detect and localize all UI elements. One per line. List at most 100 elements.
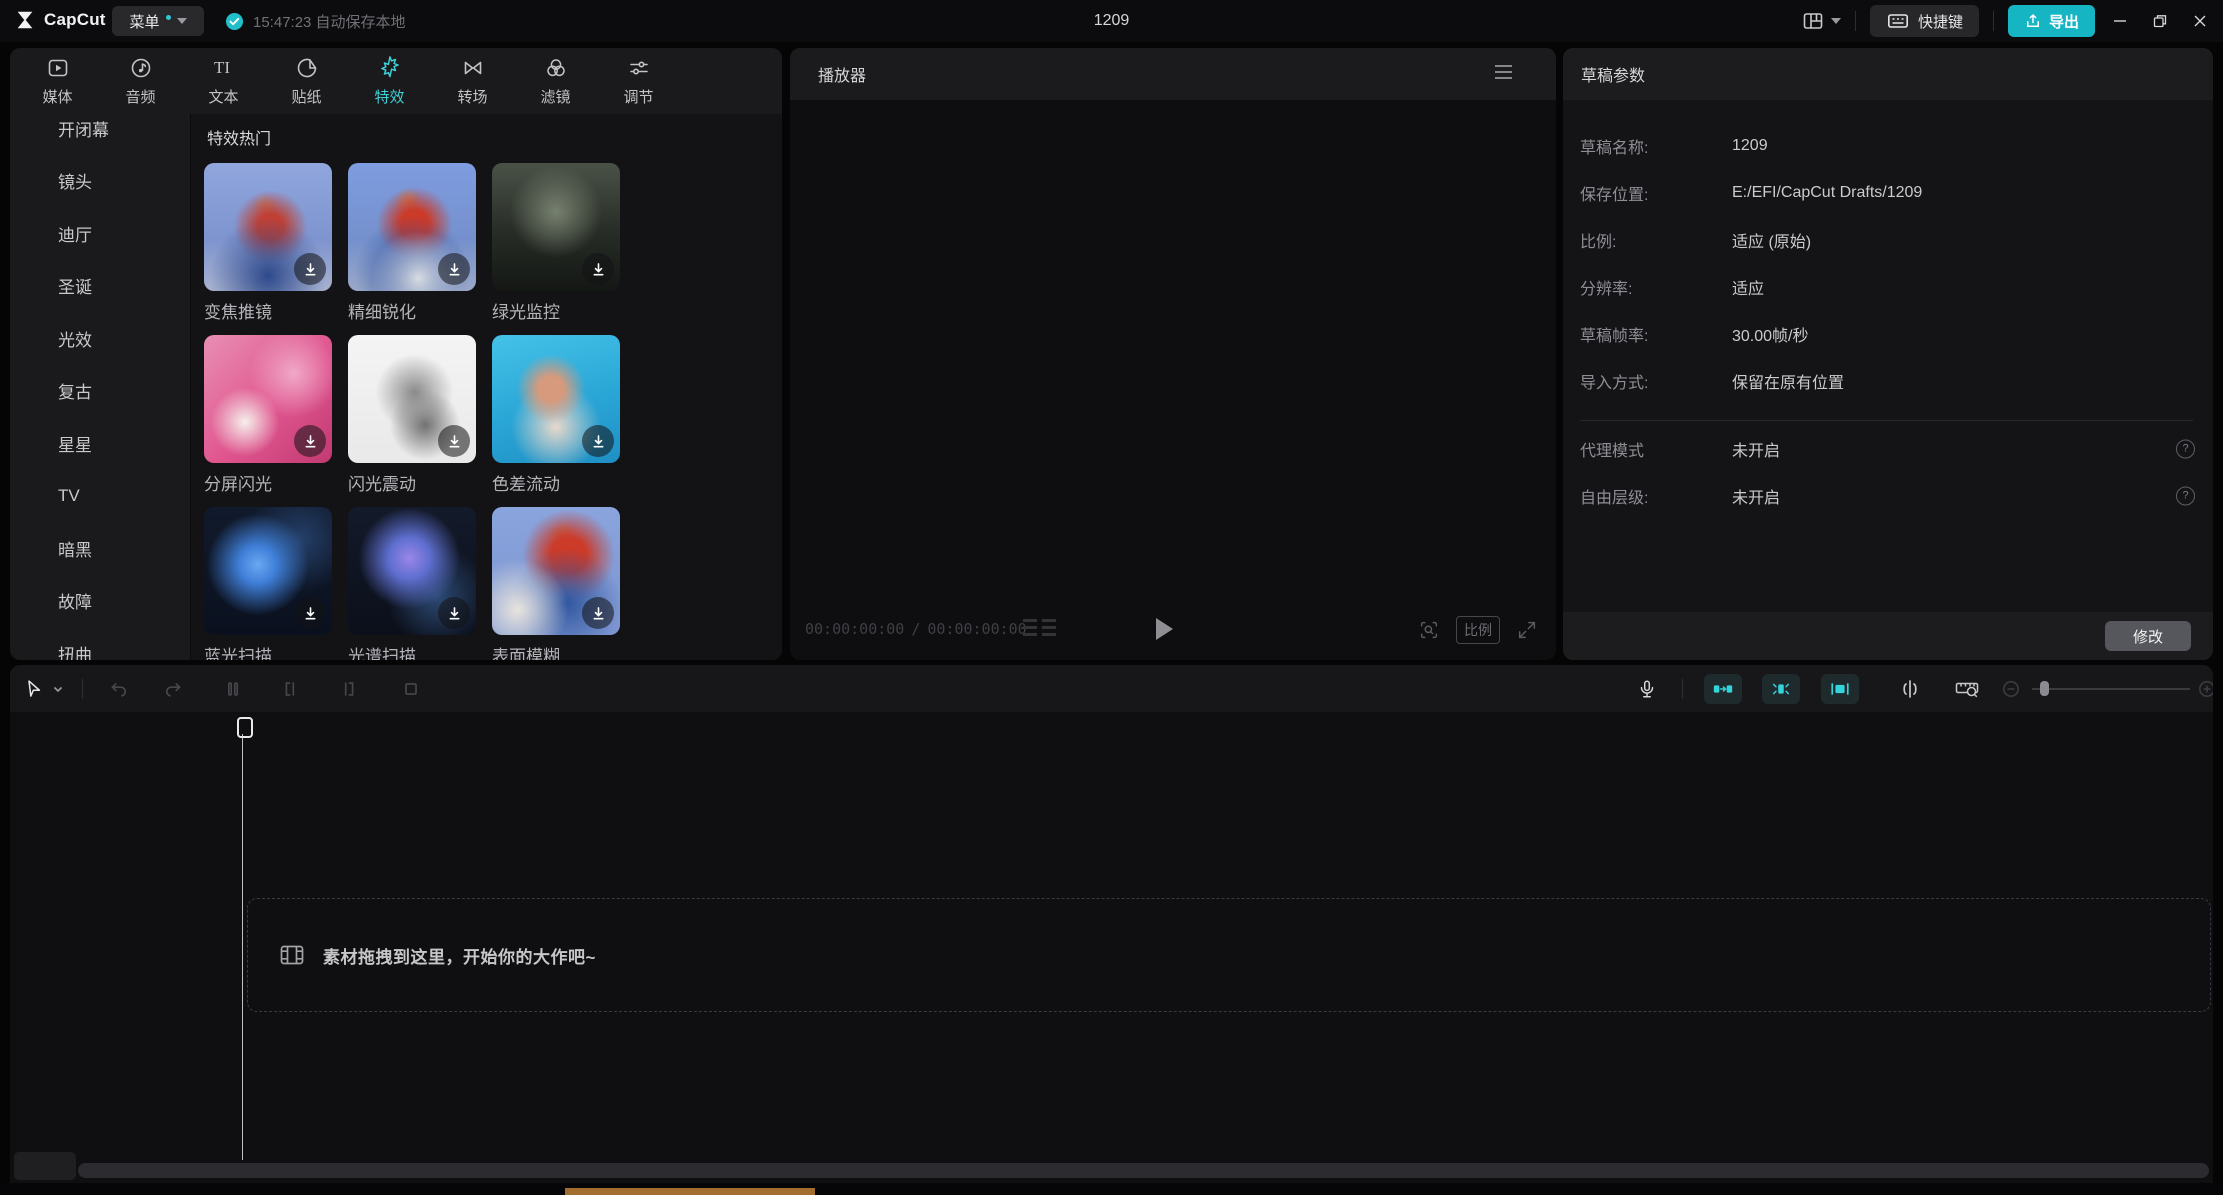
select-tool-button[interactable] <box>24 679 44 699</box>
timeline-fit-button[interactable] <box>1954 677 1980 701</box>
category-light[interactable]: 光效 <box>10 312 190 365</box>
close-button[interactable] <box>2185 6 2215 36</box>
category-glitch[interactable]: 故障 <box>10 575 190 628</box>
zoom-slider-handle[interactable] <box>2040 681 2049 696</box>
field-framerate: 草稿帧率: 30.00帧/秒 <box>1563 310 2213 357</box>
timeline-zoom-slider[interactable] <box>2032 688 2190 690</box>
effect-card[interactable]: 蓝光扫描 <box>204 507 332 660</box>
tab-transition[interactable]: 转场 <box>431 48 514 114</box>
field-import-mode: 导入方式: 保留在原有位置 <box>1563 357 2213 404</box>
download-icon[interactable] <box>294 597 326 629</box>
preview-axis-button[interactable] <box>1898 677 1922 701</box>
minimize-button[interactable] <box>2105 6 2135 36</box>
category-tv[interactable]: TV <box>10 470 190 523</box>
zoom-out-icon[interactable] <box>2002 680 2020 698</box>
record-audio-button[interactable] <box>1636 678 1658 700</box>
effect-card[interactable]: 闪光震动 <box>348 335 476 507</box>
auto-snap-toggle[interactable] <box>1762 674 1800 704</box>
audio-icon <box>129 55 153 81</box>
main-track-magnet-toggle[interactable] <box>1704 674 1742 704</box>
field-value: E:/EFI/CapCut Drafts/1209 <box>1732 184 1922 202</box>
effect-thumbnail[interactable] <box>492 335 620 463</box>
effect-card[interactable]: 绿光监控 <box>492 163 620 335</box>
download-icon[interactable] <box>294 425 326 457</box>
split-button[interactable] <box>222 678 244 700</box>
capcut-window: CapCut 菜单 15:47:23 自动保存本地 1209 <box>0 0 2223 1195</box>
category-christmas[interactable]: 圣诞 <box>10 260 190 313</box>
effect-card[interactable]: 精细锐化 <box>348 163 476 335</box>
player-menu-icon[interactable] <box>1495 65 1512 79</box>
redo-button[interactable] <box>162 678 184 700</box>
download-icon[interactable] <box>438 597 470 629</box>
shortcuts-button[interactable]: 快捷键 <box>1870 5 1979 37</box>
effect-thumbnail[interactable] <box>348 163 476 291</box>
category-dark[interactable]: 暗黑 <box>10 522 190 575</box>
divider <box>1855 11 1856 31</box>
tab-sticker[interactable]: 贴纸 <box>265 48 348 114</box>
category-camera[interactable]: 镜头 <box>10 155 190 208</box>
tab-text[interactable]: TI 文本 <box>182 48 265 114</box>
export-icon <box>2024 12 2042 30</box>
effect-thumbnail[interactable] <box>492 507 620 635</box>
media-dropzone[interactable]: 素材拖拽到这里，开始你的大作吧~ <box>247 898 2211 1012</box>
effect-thumbnail[interactable] <box>204 163 332 291</box>
download-icon[interactable] <box>582 597 614 629</box>
section-title: 特效热门 <box>207 125 271 149</box>
tab-adjust[interactable]: 调节 <box>597 48 680 114</box>
text-icon: TI <box>211 55 237 81</box>
undo-button[interactable] <box>108 678 130 700</box>
field-free-layer: 自由层级: 未开启 ? <box>1563 472 2213 519</box>
tab-effects[interactable]: 特效 <box>348 48 431 114</box>
delete-left-button[interactable] <box>280 678 302 700</box>
delete-right-button[interactable] <box>337 678 359 700</box>
sticker-icon <box>295 55 319 81</box>
effect-thumbnail[interactable] <box>348 335 476 463</box>
effect-card[interactable]: 分屏闪光 <box>204 335 332 507</box>
layout-switch-button[interactable] <box>1801 9 1841 33</box>
effect-thumbnail[interactable] <box>348 507 476 635</box>
svg-text:TI: TI <box>214 58 230 77</box>
effect-card[interactable]: 光谱扫描 <box>348 507 476 660</box>
download-icon[interactable] <box>438 253 470 285</box>
effect-thumbnail[interactable] <box>492 163 620 291</box>
effect-card[interactable]: 色差流动 <box>492 335 620 507</box>
download-icon[interactable] <box>582 425 614 457</box>
effect-card[interactable]: 变焦推镜 <box>204 163 332 335</box>
crop-button[interactable] <box>400 678 422 700</box>
timeline-panel: 素材拖拽到这里，开始你的大作吧~ <box>10 665 2213 1183</box>
category-stars[interactable]: 星星 <box>10 417 190 470</box>
export-button[interactable]: 导出 <box>2008 5 2095 37</box>
download-icon[interactable] <box>438 425 470 457</box>
modify-button[interactable]: 修改 <box>2105 621 2191 651</box>
transition-icon <box>461 55 485 81</box>
effect-thumbnail[interactable] <box>204 335 332 463</box>
download-icon[interactable] <box>582 253 614 285</box>
tab-filter[interactable]: 滤镜 <box>514 48 597 114</box>
effect-thumbnail[interactable] <box>204 507 332 635</box>
playhead-line <box>242 734 243 1160</box>
category-distort[interactable]: 扭曲 <box>10 627 190 660</box>
category-opening-closing[interactable]: 开闭幕 <box>10 102 190 155</box>
horizontal-scrollbar[interactable] <box>78 1163 2209 1178</box>
linkage-toggle[interactable] <box>1821 674 1859 704</box>
divider <box>1580 420 2193 421</box>
category-disco[interactable]: 迪厅 <box>10 207 190 260</box>
help-icon[interactable]: ? <box>2176 439 2195 458</box>
play-button[interactable] <box>1156 618 1173 640</box>
aspect-ratio-button[interactable]: 比例 <box>1456 616 1500 644</box>
fullscreen-icon[interactable] <box>1516 619 1538 641</box>
materials-panel: 媒体 音频 TI 文本 贴纸 <box>10 48 782 660</box>
chevron-down-icon[interactable] <box>52 683 64 695</box>
chevron-down-icon <box>1831 18 1841 24</box>
playhead-handle[interactable] <box>237 717 253 738</box>
time-separator: / <box>911 620 920 638</box>
zoom-in-icon[interactable] <box>2198 680 2213 698</box>
effect-card[interactable]: 表面模糊 <box>492 507 620 660</box>
help-icon[interactable]: ? <box>2176 486 2195 505</box>
preview-quality-icon[interactable] <box>1418 619 1440 641</box>
download-icon[interactable] <box>294 253 326 285</box>
restore-button[interactable] <box>2145 6 2175 36</box>
category-retro[interactable]: 复古 <box>10 365 190 418</box>
tab-label: 特效 <box>374 86 404 107</box>
frame-view-icon[interactable] <box>1023 619 1056 636</box>
